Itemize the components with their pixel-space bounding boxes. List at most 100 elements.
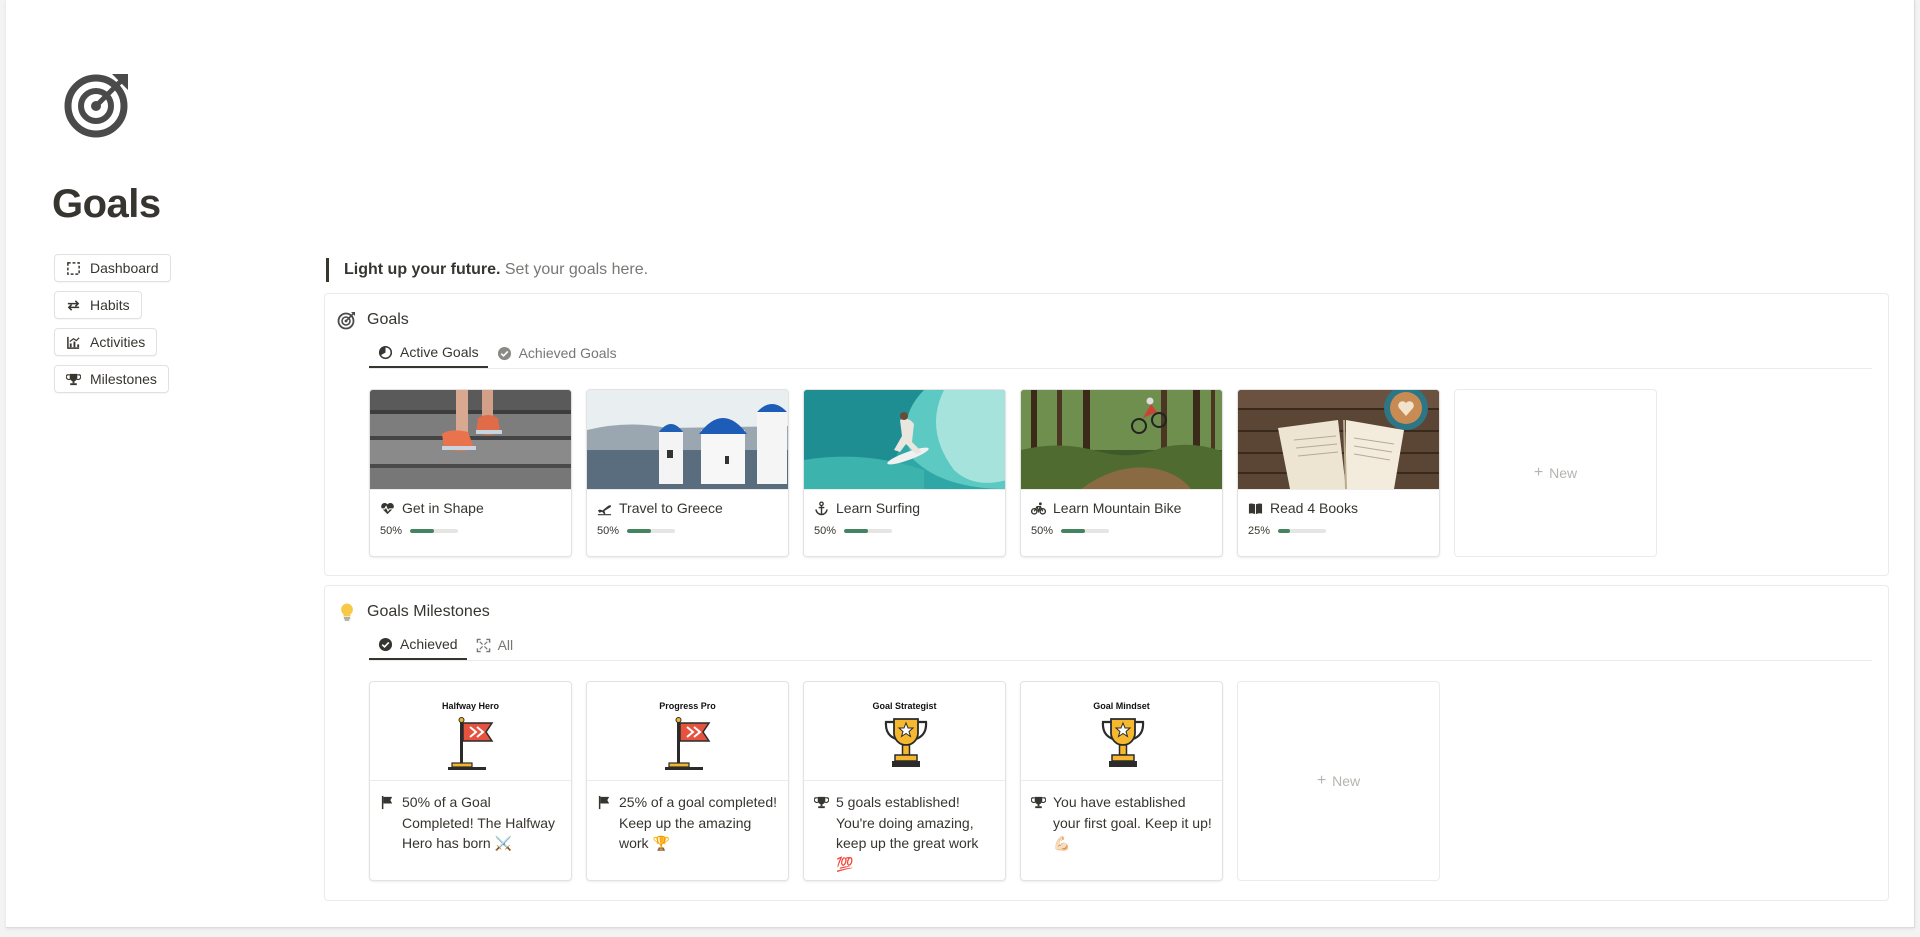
goal-title: Travel to Greece bbox=[587, 490, 788, 516]
milestone-card[interactable]: Progress Pro 25% of a goal completed! Ke… bbox=[586, 681, 789, 881]
goals-heading[interactable]: Goals bbox=[337, 310, 409, 330]
milestone-text: You have established your first goal. Ke… bbox=[1053, 794, 1212, 851]
milestone-badge: Goal Mindset bbox=[1021, 682, 1222, 781]
nav-label: Milestones bbox=[90, 371, 157, 387]
goal-cover-image bbox=[1238, 390, 1439, 490]
plus-icon: + bbox=[1533, 464, 1544, 481]
nav-dashboard-button[interactable]: Dashboard bbox=[54, 254, 171, 282]
repeat-icon bbox=[67, 299, 80, 311]
goal-title-text: Learn Mountain Bike bbox=[1053, 500, 1182, 516]
page-frame: Goals Dashboard Habits Activities Milest… bbox=[6, 0, 1915, 928]
goal-progress: 50% bbox=[804, 516, 1005, 537]
running-shoes-image bbox=[370, 390, 571, 489]
goal-card[interactable]: Learn Surfing 50% bbox=[803, 389, 1006, 557]
goal-card[interactable]: Get in Shape 50% bbox=[369, 389, 572, 557]
milestone-badge: Halfway Hero bbox=[370, 682, 571, 781]
progress-fill bbox=[1278, 529, 1291, 533]
progress-bar bbox=[627, 529, 676, 533]
milestones-heading[interactable]: Goals Milestones bbox=[337, 602, 490, 622]
flag-icon bbox=[381, 795, 393, 810]
heart-pulse-icon bbox=[381, 502, 394, 514]
progress-fill bbox=[1061, 529, 1086, 533]
nav-milestones-button[interactable]: Milestones bbox=[54, 365, 169, 393]
new-label: New bbox=[1332, 773, 1361, 789]
goal-card[interactable]: Travel to Greece 50% bbox=[586, 389, 789, 557]
goal-title-text: Get in Shape bbox=[402, 500, 484, 516]
milestone-badge: Progress Pro bbox=[587, 682, 788, 781]
goal-title: Learn Mountain Bike bbox=[1021, 490, 1222, 516]
milestones-panel: Goals Milestones Achieved All Halfway He… bbox=[324, 585, 1889, 901]
tab-label: Achieved Goals bbox=[518, 345, 617, 361]
book-coffee-image bbox=[1238, 390, 1439, 489]
goal-progress-label: 50% bbox=[597, 525, 620, 537]
goal-progress-label: 25% bbox=[1248, 525, 1271, 537]
milestone-text: 50% of a Goal Completed! The Halfway Her… bbox=[402, 794, 556, 851]
new-label: New bbox=[1549, 465, 1578, 481]
milestone-card[interactable]: Goal Mindset You have established your f… bbox=[1020, 681, 1223, 881]
milestone-description: 25% of a goal completed! Keep up the ama… bbox=[587, 781, 788, 854]
goal-title-text: Read 4 Books bbox=[1270, 500, 1358, 516]
trophy-icon bbox=[1031, 796, 1046, 809]
progress-fill bbox=[410, 529, 435, 533]
plus-icon: + bbox=[1316, 772, 1327, 789]
milestone-badge: Goal Strategist bbox=[804, 682, 1005, 781]
pie-chart-icon bbox=[378, 345, 393, 359]
badge-name: Goal Strategist bbox=[872, 701, 937, 711]
badge-name: Progress Pro bbox=[659, 701, 716, 711]
nav-label: Dashboard bbox=[90, 260, 159, 276]
badge-name: Goal Mindset bbox=[1093, 701, 1150, 711]
expand-icon bbox=[476, 638, 490, 652]
tab-label: Achieved bbox=[400, 636, 458, 652]
target-icon[interactable] bbox=[60, 66, 136, 142]
quote-text: Set your goals here. bbox=[500, 261, 649, 278]
santorini-image bbox=[587, 390, 788, 489]
goal-progress: 25% bbox=[1238, 516, 1439, 537]
goal-title-text: Travel to Greece bbox=[619, 500, 723, 516]
anchor-icon bbox=[815, 500, 828, 515]
goal-progress-label: 50% bbox=[814, 525, 837, 537]
quote-bold: Light up your future. bbox=[344, 261, 501, 278]
goal-title-text: Learn Surfing bbox=[836, 500, 921, 516]
tab-all[interactable]: All bbox=[467, 630, 523, 660]
goal-card[interactable]: Read 4 Books 25% bbox=[1237, 389, 1440, 557]
milestone-description: You have established your first goal. Ke… bbox=[1021, 781, 1222, 854]
trophy-icon bbox=[66, 373, 81, 385]
goal-cover-image bbox=[370, 390, 571, 490]
progress-bar bbox=[1061, 529, 1110, 533]
goal-progress-label: 50% bbox=[1031, 525, 1054, 537]
progress-fill bbox=[844, 529, 869, 533]
milestone-text: 5 goals established! You're doing amazin… bbox=[836, 794, 979, 872]
flag-icon bbox=[665, 717, 711, 770]
goal-card[interactable]: Learn Mountain Bike 50% bbox=[1020, 389, 1223, 557]
progress-bar bbox=[844, 529, 893, 533]
trophy-icon bbox=[884, 718, 928, 767]
dashboard-icon bbox=[67, 261, 80, 275]
milestone-text: 25% of a goal completed! Keep up the ama… bbox=[619, 794, 777, 851]
milestone-description: 5 goals established! You're doing amazin… bbox=[804, 781, 1005, 874]
nav-activities-button[interactable]: Activities bbox=[54, 328, 158, 356]
check-circle-icon bbox=[378, 637, 393, 651]
milestones-tabs: Achieved All bbox=[369, 630, 1872, 661]
goal-title: Read 4 Books bbox=[1238, 490, 1439, 516]
goals-panel: Goals Active Goals Achieved Goals Get in… bbox=[324, 293, 1889, 576]
milestone-card[interactable]: Halfway Hero 50% of a Goal Completed! Th… bbox=[369, 681, 572, 881]
badge-name: Halfway Hero bbox=[441, 701, 500, 711]
check-circle-icon bbox=[497, 346, 511, 360]
tab-achieved-goals[interactable]: Achieved Goals bbox=[488, 338, 626, 368]
tab-achieved[interactable]: Achieved bbox=[369, 630, 467, 660]
target-icon bbox=[337, 312, 355, 330]
page-title: Goals bbox=[52, 182, 161, 226]
goals-tabs: Active Goals Achieved Goals bbox=[369, 338, 1872, 369]
goal-progress-label: 50% bbox=[380, 525, 403, 537]
new-goal-button[interactable]: + New bbox=[1454, 389, 1657, 557]
flag-icon bbox=[448, 717, 494, 770]
nav-habits-button[interactable]: Habits bbox=[54, 291, 142, 319]
tab-active-goals[interactable]: Active Goals bbox=[369, 338, 488, 368]
new-milestone-button[interactable]: + New bbox=[1237, 681, 1440, 881]
milestone-card[interactable]: Goal Strategist 5 goals established! You… bbox=[803, 681, 1006, 881]
goal-cover-image bbox=[587, 390, 788, 490]
progress-fill bbox=[627, 529, 652, 533]
tab-label: Active Goals bbox=[400, 344, 479, 360]
book-icon bbox=[1248, 502, 1263, 514]
surfing-image bbox=[804, 390, 1005, 489]
